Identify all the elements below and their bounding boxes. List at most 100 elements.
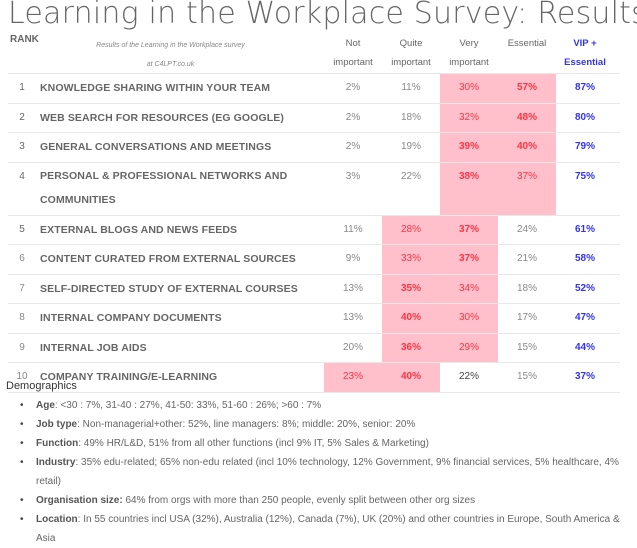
- cell-quite-important: 28%: [382, 215, 440, 244]
- item-key: Organisation size:: [36, 495, 123, 506]
- cell-essential: 15%: [516, 341, 537, 353]
- row-label: GENERAL CONVERSATIONS AND MEETINGS: [40, 141, 272, 153]
- rank-cell: 8: [19, 312, 25, 323]
- table-subtitle: Results of the Learning in the Workplace…: [88, 36, 253, 74]
- cell-not-important: 2%: [345, 82, 361, 93]
- item-key: Function: [36, 438, 79, 449]
- cell-essential: 21%: [516, 253, 537, 264]
- bullet-icon: •: [20, 514, 24, 525]
- table-row: 9 INTERNAL JOB AIDS 20% 36% 29% 15% 44%: [8, 332, 620, 362]
- item-text: Non-managerial+other: 52%, line managers…: [79, 419, 416, 430]
- col-header-line2: important: [449, 57, 489, 68]
- rank-cell: 6: [19, 253, 25, 264]
- col-header-quite-important: Quite important: [382, 34, 440, 72]
- col-header-not-important: Not important: [324, 34, 382, 72]
- rank-cell: 7: [19, 282, 25, 294]
- cell-vip-essential: 52%: [574, 282, 595, 294]
- cell-essential: 57%: [498, 74, 556, 103]
- table-header: RANK Results of the Learning in the Work…: [8, 33, 620, 73]
- demographics-heading: Demographics: [6, 380, 77, 392]
- rank-cell: 2: [19, 111, 25, 123]
- col-header-line2: Essential: [564, 57, 606, 68]
- col-header-line1: Essential: [507, 38, 547, 49]
- cell-vip-essential: 80%: [574, 111, 595, 123]
- table-row: 4 PERSONAL & PROFESSIONAL NETWORKS AND C…: [8, 161, 620, 215]
- rank-cell: 3: [19, 141, 25, 152]
- subtitle-line1: Results of the Learning in the Workplace…: [96, 42, 245, 49]
- demographics-item-industry: • Industry: 35% edu-related; 65% non-edu …: [20, 453, 631, 491]
- table-row: 6 CONTENT CURATED FROM EXTERNAL SOURCES …: [8, 244, 620, 274]
- cell-essential: 40%: [498, 133, 556, 162]
- cell-not-important: 2%: [345, 141, 361, 152]
- cell-quite-important: 11%: [401, 82, 421, 93]
- col-header-line1: Very: [459, 38, 479, 49]
- cell-very-important: 37%: [440, 245, 498, 274]
- demographics-item-location: • Location: In 55 countries incl USA (32%…: [20, 510, 631, 548]
- cell-very-important: 37%: [440, 215, 498, 244]
- cell-quite-important: 22%: [400, 170, 421, 182]
- table-row: 1 KNOWLEDGE SHARING WITHIN YOUR TEAM 2% …: [8, 73, 620, 103]
- cell-vip-essential: 44%: [574, 341, 595, 353]
- cell-very-important: 30%: [440, 74, 498, 103]
- demographics-item-organisation-size: • Organisation size: 64% from orgs with m…: [20, 491, 631, 510]
- bullet-icon: •: [20, 400, 24, 411]
- item-key: Location: [36, 514, 78, 525]
- cell-very-important: 30%: [440, 304, 498, 333]
- demographics-item-job-type: • Job type: Non-managerial+other: 52%, li…: [20, 415, 631, 434]
- cell-quite-important: 19%: [400, 141, 421, 152]
- row-label: PERSONAL & PROFESSIONAL NETWORKS AND COM…: [40, 164, 325, 212]
- item-key: Job type: [36, 419, 78, 430]
- subtitle-line2: at C4LPT.co.uk: [146, 61, 195, 68]
- row-label: INTERNAL COMPANY DOCUMENTS: [40, 312, 222, 324]
- cell-quite-important: 40%: [382, 304, 440, 333]
- row-label-line1: PERSONAL & PROFESSIONAL NETWORKS AND: [40, 169, 288, 182]
- item-text: In 55 countries incl USA (32%), Australi…: [36, 514, 620, 544]
- item-text: 64% from orgs with more than 250 people,…: [122, 495, 476, 506]
- rank-cell: 1: [19, 82, 25, 93]
- row-label: SELF-DIRECTED STUDY OF EXTERNAL COURSES: [40, 282, 298, 295]
- cell-not-important: 3%: [345, 170, 361, 182]
- bullet-icon: •: [20, 419, 24, 430]
- cell-vip-essential: 75%: [574, 170, 595, 182]
- cell-not-important: 20%: [342, 341, 363, 353]
- col-header-vip-essential: VIP + Essential: [556, 34, 614, 72]
- cell-vip-essential: 61%: [574, 223, 595, 235]
- demographics-section: Demographics • Age: <30 : 7%, 31-40 : 27%…: [6, 379, 631, 548]
- col-header-line1: Quite: [399, 38, 423, 49]
- results-table: RANK Results of the Learning in the Work…: [8, 33, 620, 393]
- cell-not-important: 13%: [342, 282, 363, 294]
- cell-vip-essential: 47%: [574, 312, 595, 323]
- cell-essential: 18%: [516, 282, 537, 294]
- cell-essential: 24%: [516, 223, 537, 235]
- rank-header: RANK: [10, 34, 39, 45]
- cell-vip-essential: 79%: [574, 141, 595, 152]
- cell-very-important: 34%: [440, 274, 498, 303]
- item-text: 49% HR/L&D, 51% from all other functions…: [81, 438, 429, 449]
- row-label: KNOWLEDGE SHARING WITHIN YOUR TEAM: [40, 82, 271, 94]
- cell-essential: 48%: [498, 103, 556, 132]
- col-header-line1: VIP +: [573, 38, 597, 49]
- cell-essential: 37%: [498, 162, 556, 215]
- table-row: 2 WEB SEARCH FOR RESOURCES (EG GOOGLE) 2…: [8, 102, 620, 132]
- col-header-line2: important: [391, 57, 431, 68]
- table-row: 8 INTERNAL COMPANY DOCUMENTS 13% 40% 30%…: [8, 303, 620, 333]
- cell-very-important: 32%: [440, 103, 498, 132]
- col-header-line2: important: [333, 57, 373, 68]
- cell-vip-essential: 58%: [574, 253, 595, 264]
- cell-not-important: 11%: [343, 223, 363, 235]
- item-text: 35% edu-related; 65% non-edu related (in…: [36, 457, 619, 487]
- rank-cell: 9: [19, 341, 25, 353]
- item-text: <30 : 7%, 31-40 : 27%, 41-50: 33%, 51-60…: [57, 400, 322, 411]
- cell-very-important: 39%: [440, 133, 498, 162]
- col-header-line1: Not: [345, 38, 361, 49]
- cell-quite-important: 33%: [382, 245, 440, 274]
- row-label: WEB SEARCH FOR RESOURCES (EG GOOGLE): [40, 111, 284, 124]
- page-title: Learning in the Workplace Survey: Result…: [8, 0, 637, 31]
- row-label: INTERNAL JOB AIDS: [40, 341, 147, 354]
- table-row: 3 GENERAL CONVERSATIONS AND MEETINGS 2% …: [8, 132, 620, 162]
- table-row: 7 SELF-DIRECTED STUDY OF EXTERNAL COURSE…: [8, 273, 620, 303]
- bullet-icon: •: [20, 457, 24, 468]
- cell-not-important: 2%: [345, 111, 361, 123]
- demographics-item-age: • Age: <30 : 7%, 31-40 : 27%, 41-50: 33%,…: [20, 396, 631, 415]
- col-header-essential: Essential: [498, 34, 556, 53]
